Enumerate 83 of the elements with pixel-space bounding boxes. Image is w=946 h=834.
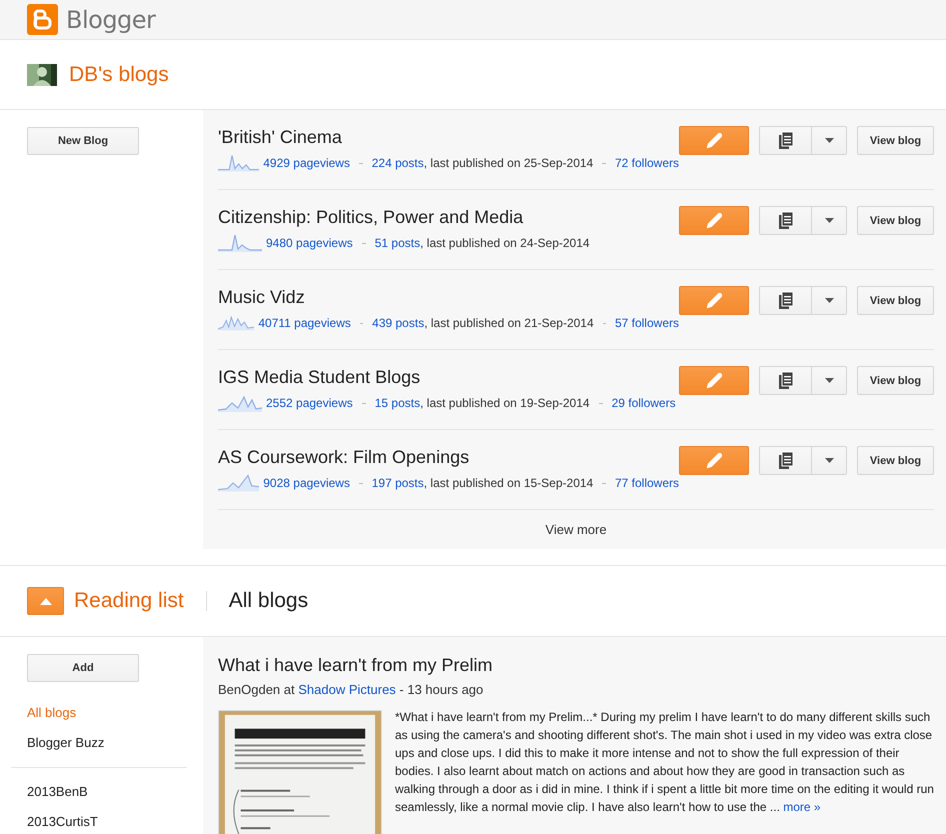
caret-icon: [824, 458, 834, 463]
last-published-text: , last published on 24-Sep-2014: [420, 236, 590, 250]
post-excerpt: *What i have learn't from my Prelim...* During my prelim I have learn't to do many different skills such as using the camera's and shooting different shot's. The main shot i used in my video was extra close ups and close ups. I did this to make it more intense and not to show the full expression of their bodies. I also learnt about match on actions and about how they are good in transaction such as walking through a door as i did in mine. I think if i spent a little bit more time on the editing it would run seamlessly, like a normal movie clip. I have also learn't how to use the ... more »: [395, 709, 934, 816]
new-blog-button[interactable]: New Blog: [27, 127, 139, 155]
blog-title: IGS Media Student Blogs: [218, 366, 420, 388]
new-post-button[interactable]: [679, 366, 749, 395]
new-post-button[interactable]: [679, 286, 749, 315]
posts-button[interactable]: [759, 286, 812, 315]
followers-link[interactable]: 57 followers: [614, 316, 679, 330]
sparkline: [218, 234, 262, 252]
view-blog-button[interactable]: View blog: [857, 286, 934, 315]
up-triangle-icon: [40, 598, 52, 604]
posts-link[interactable]: 15 posts: [374, 396, 420, 410]
caret-icon: [824, 378, 834, 383]
document-icon: [778, 212, 792, 229]
pageviews-link[interactable]: 9028 pageviews: [263, 476, 350, 490]
view-blog-button[interactable]: View blog: [857, 206, 934, 235]
post-byline: BenOgden at Shadow Pictures - 13 hours ago: [218, 681, 484, 699]
view-blog-button[interactable]: View blog: [857, 446, 934, 475]
new-post-button[interactable]: [679, 446, 749, 475]
sparkline: [218, 394, 262, 412]
view-blog-button[interactable]: View blog: [857, 366, 934, 395]
posts-link[interactable]: 439 posts: [372, 316, 424, 330]
posts-button[interactable]: [759, 206, 812, 235]
blog-title: Music Vidz: [218, 286, 305, 308]
post-title: What i have learn't from my Prelim: [218, 654, 493, 676]
last-published-text: , last published on 25-Sep-2014: [424, 156, 594, 170]
app-name: Blogger: [66, 6, 156, 34]
view-more-link[interactable]: View more: [545, 522, 607, 536]
sidebar-item[interactable]: All blogs: [27, 698, 76, 728]
posts-button[interactable]: [759, 446, 812, 475]
dropdown-button[interactable]: [812, 206, 847, 235]
caret-icon: [824, 138, 834, 143]
caret-icon: [824, 218, 834, 223]
blogger-logo-icon: [27, 4, 58, 35]
reading-list-title: Reading list: [74, 589, 184, 613]
followers-link[interactable]: 72 followers: [614, 156, 679, 170]
blogs-title: DB's blogs: [69, 62, 169, 86]
add-button[interactable]: Add: [27, 654, 139, 682]
document-icon: [778, 132, 792, 149]
blog-title: Citizenship: Politics, Power and Media: [218, 206, 524, 228]
dropdown-button[interactable]: [812, 366, 847, 395]
posts-button[interactable]: [759, 126, 812, 155]
sparkline: [218, 474, 260, 492]
followers-link[interactable]: 77 followers: [614, 476, 679, 490]
sidebar-item[interactable]: 2013CurtisT: [27, 807, 98, 834]
document-icon: [778, 452, 792, 469]
posts-link[interactable]: 224 posts: [372, 156, 424, 170]
posts-button[interactable]: [759, 366, 812, 395]
collapse-button[interactable]: [27, 587, 64, 615]
sparkline: [218, 154, 260, 172]
document-icon: [778, 372, 792, 389]
pencil-icon: [706, 372, 722, 389]
pencil-icon: [706, 212, 722, 229]
last-published-text: , last published on 19-Sep-2014: [420, 396, 590, 410]
posts-link[interactable]: 51 posts: [374, 236, 420, 250]
new-post-button[interactable]: [679, 206, 749, 235]
last-published-text: , last published on 15-Sep-2014: [424, 476, 594, 490]
pencil-icon: [706, 292, 722, 309]
dropdown-button[interactable]: [812, 126, 847, 155]
pencil-icon: [706, 132, 722, 149]
last-published-text: , last published on 21-Sep-2014: [424, 316, 594, 330]
dropdown-button[interactable]: [812, 446, 847, 475]
posts-link[interactable]: 197 posts: [372, 476, 424, 490]
blog-link[interactable]: Shadow Pictures: [298, 682, 396, 697]
dropdown-button[interactable]: [812, 286, 847, 315]
blog-title: AS Coursework: Film Openings: [218, 446, 470, 468]
new-post-button[interactable]: [679, 126, 749, 155]
sidebar-item[interactable]: 2013BenB: [27, 777, 88, 807]
caret-icon: [824, 298, 834, 303]
pageviews-link[interactable]: 2552 pageviews: [266, 396, 353, 410]
sparkline: [218, 314, 254, 332]
more-link[interactable]: more »: [783, 800, 821, 814]
followers-link[interactable]: 29 followers: [612, 396, 676, 410]
pencil-icon: [706, 452, 722, 469]
pageviews-link[interactable]: 4929 pageviews: [263, 156, 350, 170]
sidebar-item[interactable]: Blogger Buzz: [27, 728, 104, 758]
view-blog-button[interactable]: View blog: [857, 126, 934, 155]
document-icon: [778, 292, 792, 309]
pageviews-link[interactable]: 9480 pageviews: [266, 236, 353, 250]
blog-title: 'British' Cinema: [218, 126, 342, 148]
pageviews-link[interactable]: 40711 pageviews: [258, 316, 351, 330]
reading-list-subtitle: All blogs: [228, 589, 308, 613]
